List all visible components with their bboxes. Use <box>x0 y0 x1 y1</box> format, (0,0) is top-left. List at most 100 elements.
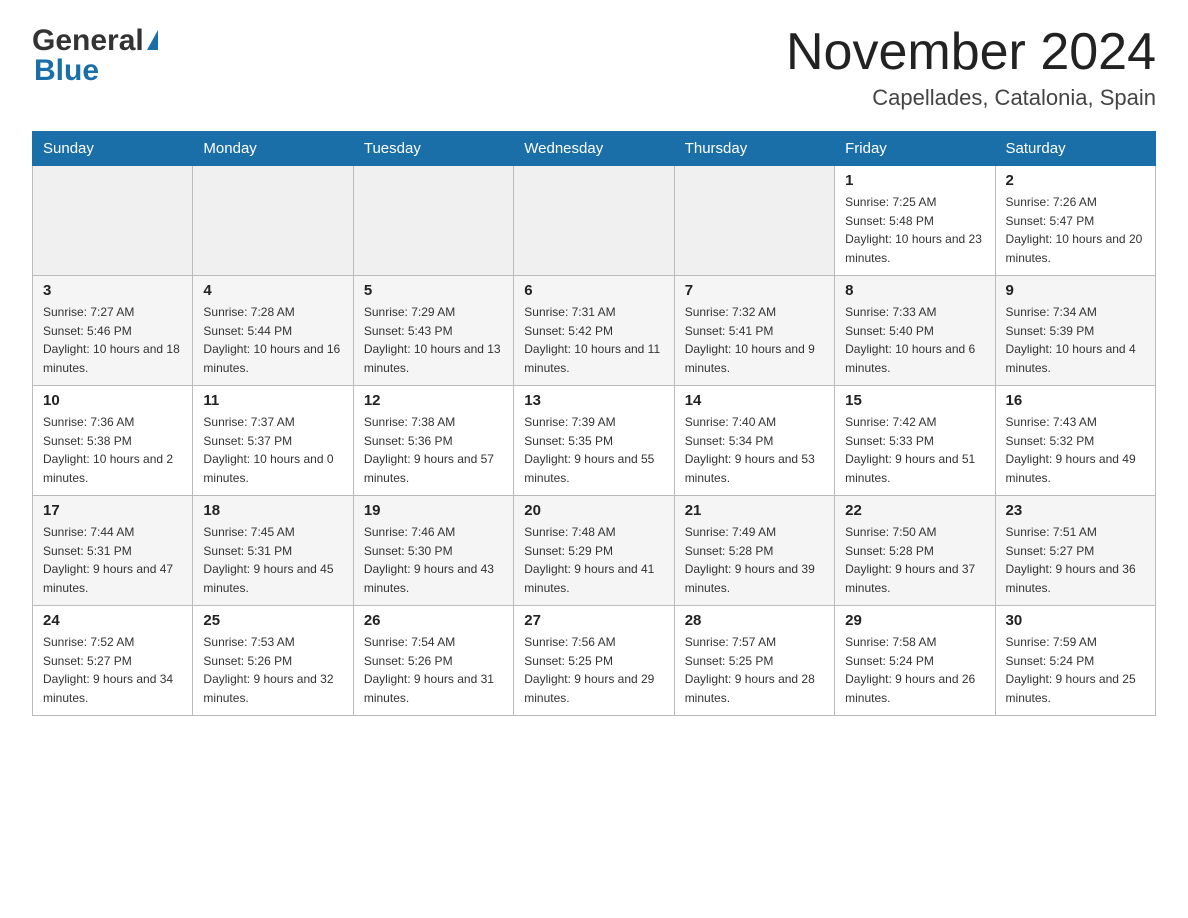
calendar-cell: 18 Sunrise: 7:45 AM Sunset: 5:31 PM Dayli… <box>193 496 353 606</box>
calendar-cell: 19 Sunrise: 7:46 AM Sunset: 5:30 PM Dayli… <box>353 496 513 606</box>
day-number: 18 <box>203 502 342 519</box>
calendar-cell: 28 Sunrise: 7:57 AM Sunset: 5:25 PM Dayli… <box>674 606 834 716</box>
day-number: 7 <box>685 282 824 299</box>
day-number: 14 <box>685 392 824 409</box>
logo: General Blue <box>32 24 158 88</box>
day-info: Sunrise: 7:38 AM Sunset: 5:36 PM Dayligh… <box>364 413 503 487</box>
day-number: 16 <box>1006 392 1145 409</box>
day-number: 12 <box>364 392 503 409</box>
location-title: Capellades, Catalonia, Spain <box>786 85 1156 111</box>
day-number: 13 <box>524 392 663 409</box>
day-info: Sunrise: 7:28 AM Sunset: 5:44 PM Dayligh… <box>203 303 342 377</box>
day-info: Sunrise: 7:32 AM Sunset: 5:41 PM Dayligh… <box>685 303 824 377</box>
day-number: 26 <box>364 612 503 629</box>
day-info: Sunrise: 7:39 AM Sunset: 5:35 PM Dayligh… <box>524 413 663 487</box>
day-info: Sunrise: 7:34 AM Sunset: 5:39 PM Dayligh… <box>1006 303 1145 377</box>
month-title: November 2024 <box>786 24 1156 81</box>
calendar-cell: 23 Sunrise: 7:51 AM Sunset: 5:27 PM Dayli… <box>995 496 1155 606</box>
calendar-cell: 6Sunrise: 7:31 AM Sunset: 5:42 PM Daylig… <box>514 276 674 386</box>
day-number: 27 <box>524 612 663 629</box>
day-info: Sunrise: 7:56 AM Sunset: 5:25 PM Dayligh… <box>524 633 663 707</box>
calendar-cell: 4 Sunrise: 7:28 AM Sunset: 5:44 PM Daylig… <box>193 276 353 386</box>
day-info: Sunrise: 7:51 AM Sunset: 5:27 PM Dayligh… <box>1006 523 1145 597</box>
calendar-cell: 14 Sunrise: 7:40 AM Sunset: 5:34 PM Dayli… <box>674 386 834 496</box>
logo-triangle-icon <box>147 30 158 50</box>
day-info: Sunrise: 7:59 AM Sunset: 5:24 PM Dayligh… <box>1006 633 1145 707</box>
day-number: 11 <box>203 392 342 409</box>
calendar-cell: 13 Sunrise: 7:39 AM Sunset: 5:35 PM Dayli… <box>514 386 674 496</box>
day-number: 22 <box>845 502 984 519</box>
day-info: Sunrise: 7:42 AM Sunset: 5:33 PM Dayligh… <box>845 413 984 487</box>
day-info: Sunrise: 7:53 AM Sunset: 5:26 PM Dayligh… <box>203 633 342 707</box>
page-header: General Blue November 2024 Capellades, C… <box>32 24 1156 111</box>
day-number: 5 <box>364 282 503 299</box>
day-info: Sunrise: 7:33 AM Sunset: 5:40 PM Dayligh… <box>845 303 984 377</box>
calendar-cell: 16 Sunrise: 7:43 AM Sunset: 5:32 PM Dayli… <box>995 386 1155 496</box>
day-number: 20 <box>524 502 663 519</box>
calendar-cell: 30 Sunrise: 7:59 AM Sunset: 5:24 PM Dayli… <box>995 606 1155 716</box>
logo-blue-text: Blue <box>32 54 99 88</box>
day-number: 21 <box>685 502 824 519</box>
day-number: 9 <box>1006 282 1145 299</box>
calendar-cell: 3Sunrise: 7:27 AM Sunset: 5:46 PM Daylig… <box>33 276 193 386</box>
calendar-cell: 9 Sunrise: 7:34 AM Sunset: 5:39 PM Daylig… <box>995 276 1155 386</box>
calendar-cell: 17 Sunrise: 7:44 AM Sunset: 5:31 PM Dayli… <box>33 496 193 606</box>
day-info: Sunrise: 7:57 AM Sunset: 5:25 PM Dayligh… <box>685 633 824 707</box>
day-info: Sunrise: 7:29 AM Sunset: 5:43 PM Dayligh… <box>364 303 503 377</box>
calendar-cell <box>193 166 353 276</box>
calendar-week-row: 24 Sunrise: 7:52 AM Sunset: 5:27 PM Dayli… <box>33 606 1156 716</box>
day-info: Sunrise: 7:52 AM Sunset: 5:27 PM Dayligh… <box>43 633 182 707</box>
calendar-cell: 1Sunrise: 7:25 AM Sunset: 5:48 PM Daylig… <box>835 166 995 276</box>
day-info: Sunrise: 7:43 AM Sunset: 5:32 PM Dayligh… <box>1006 413 1145 487</box>
calendar-cell: 21Sunrise: 7:49 AM Sunset: 5:28 PM Dayli… <box>674 496 834 606</box>
calendar-cell <box>33 166 193 276</box>
calendar-header-row: SundayMondayTuesdayWednesdayThursdayFrid… <box>33 132 1156 166</box>
day-info: Sunrise: 7:26 AM Sunset: 5:47 PM Dayligh… <box>1006 193 1145 267</box>
calendar-cell <box>353 166 513 276</box>
calendar-cell: 5 Sunrise: 7:29 AM Sunset: 5:43 PM Daylig… <box>353 276 513 386</box>
day-info: Sunrise: 7:45 AM Sunset: 5:31 PM Dayligh… <box>203 523 342 597</box>
day-number: 1 <box>845 172 984 189</box>
day-info: Sunrise: 7:46 AM Sunset: 5:30 PM Dayligh… <box>364 523 503 597</box>
day-number: 23 <box>1006 502 1145 519</box>
day-number: 8 <box>845 282 984 299</box>
day-header-wednesday: Wednesday <box>514 132 674 166</box>
day-header-monday: Monday <box>193 132 353 166</box>
calendar-cell: 7 Sunrise: 7:32 AM Sunset: 5:41 PM Daylig… <box>674 276 834 386</box>
day-number: 28 <box>685 612 824 629</box>
calendar-cell: 25 Sunrise: 7:53 AM Sunset: 5:26 PM Dayli… <box>193 606 353 716</box>
day-info: Sunrise: 7:40 AM Sunset: 5:34 PM Dayligh… <box>685 413 824 487</box>
calendar-cell <box>674 166 834 276</box>
title-block: November 2024 Capellades, Catalonia, Spa… <box>786 24 1156 111</box>
day-info: Sunrise: 7:44 AM Sunset: 5:31 PM Dayligh… <box>43 523 182 597</box>
calendar-cell: 8 Sunrise: 7:33 AM Sunset: 5:40 PM Daylig… <box>835 276 995 386</box>
calendar-cell: 15 Sunrise: 7:42 AM Sunset: 5:33 PM Dayli… <box>835 386 995 496</box>
day-number: 2 <box>1006 172 1145 189</box>
day-info: Sunrise: 7:50 AM Sunset: 5:28 PM Dayligh… <box>845 523 984 597</box>
day-number: 10 <box>43 392 182 409</box>
day-number: 24 <box>43 612 182 629</box>
day-info: Sunrise: 7:37 AM Sunset: 5:37 PM Dayligh… <box>203 413 342 487</box>
day-header-tuesday: Tuesday <box>353 132 513 166</box>
day-number: 19 <box>364 502 503 519</box>
day-header-saturday: Saturday <box>995 132 1155 166</box>
calendar-week-row: 10 Sunrise: 7:36 AM Sunset: 5:38 PM Dayli… <box>33 386 1156 496</box>
day-info: Sunrise: 7:58 AM Sunset: 5:24 PM Dayligh… <box>845 633 984 707</box>
day-info: Sunrise: 7:27 AM Sunset: 5:46 PM Dayligh… <box>43 303 182 377</box>
day-info: Sunrise: 7:36 AM Sunset: 5:38 PM Dayligh… <box>43 413 182 487</box>
calendar-cell: 24 Sunrise: 7:52 AM Sunset: 5:27 PM Dayli… <box>33 606 193 716</box>
calendar-cell: 27 Sunrise: 7:56 AM Sunset: 5:25 PM Dayli… <box>514 606 674 716</box>
calendar-cell: 29 Sunrise: 7:58 AM Sunset: 5:24 PM Dayli… <box>835 606 995 716</box>
day-number: 15 <box>845 392 984 409</box>
day-number: 17 <box>43 502 182 519</box>
day-number: 30 <box>1006 612 1145 629</box>
day-header-friday: Friday <box>835 132 995 166</box>
calendar-week-row: 17 Sunrise: 7:44 AM Sunset: 5:31 PM Dayli… <box>33 496 1156 606</box>
day-number: 4 <box>203 282 342 299</box>
day-number: 29 <box>845 612 984 629</box>
day-info: Sunrise: 7:31 AM Sunset: 5:42 PM Dayligh… <box>524 303 663 377</box>
calendar-cell: 11 Sunrise: 7:37 AM Sunset: 5:37 PM Dayli… <box>193 386 353 496</box>
calendar-cell: 10 Sunrise: 7:36 AM Sunset: 5:38 PM Dayli… <box>33 386 193 496</box>
calendar-cell: 20Sunrise: 7:48 AM Sunset: 5:29 PM Dayli… <box>514 496 674 606</box>
day-number: 25 <box>203 612 342 629</box>
